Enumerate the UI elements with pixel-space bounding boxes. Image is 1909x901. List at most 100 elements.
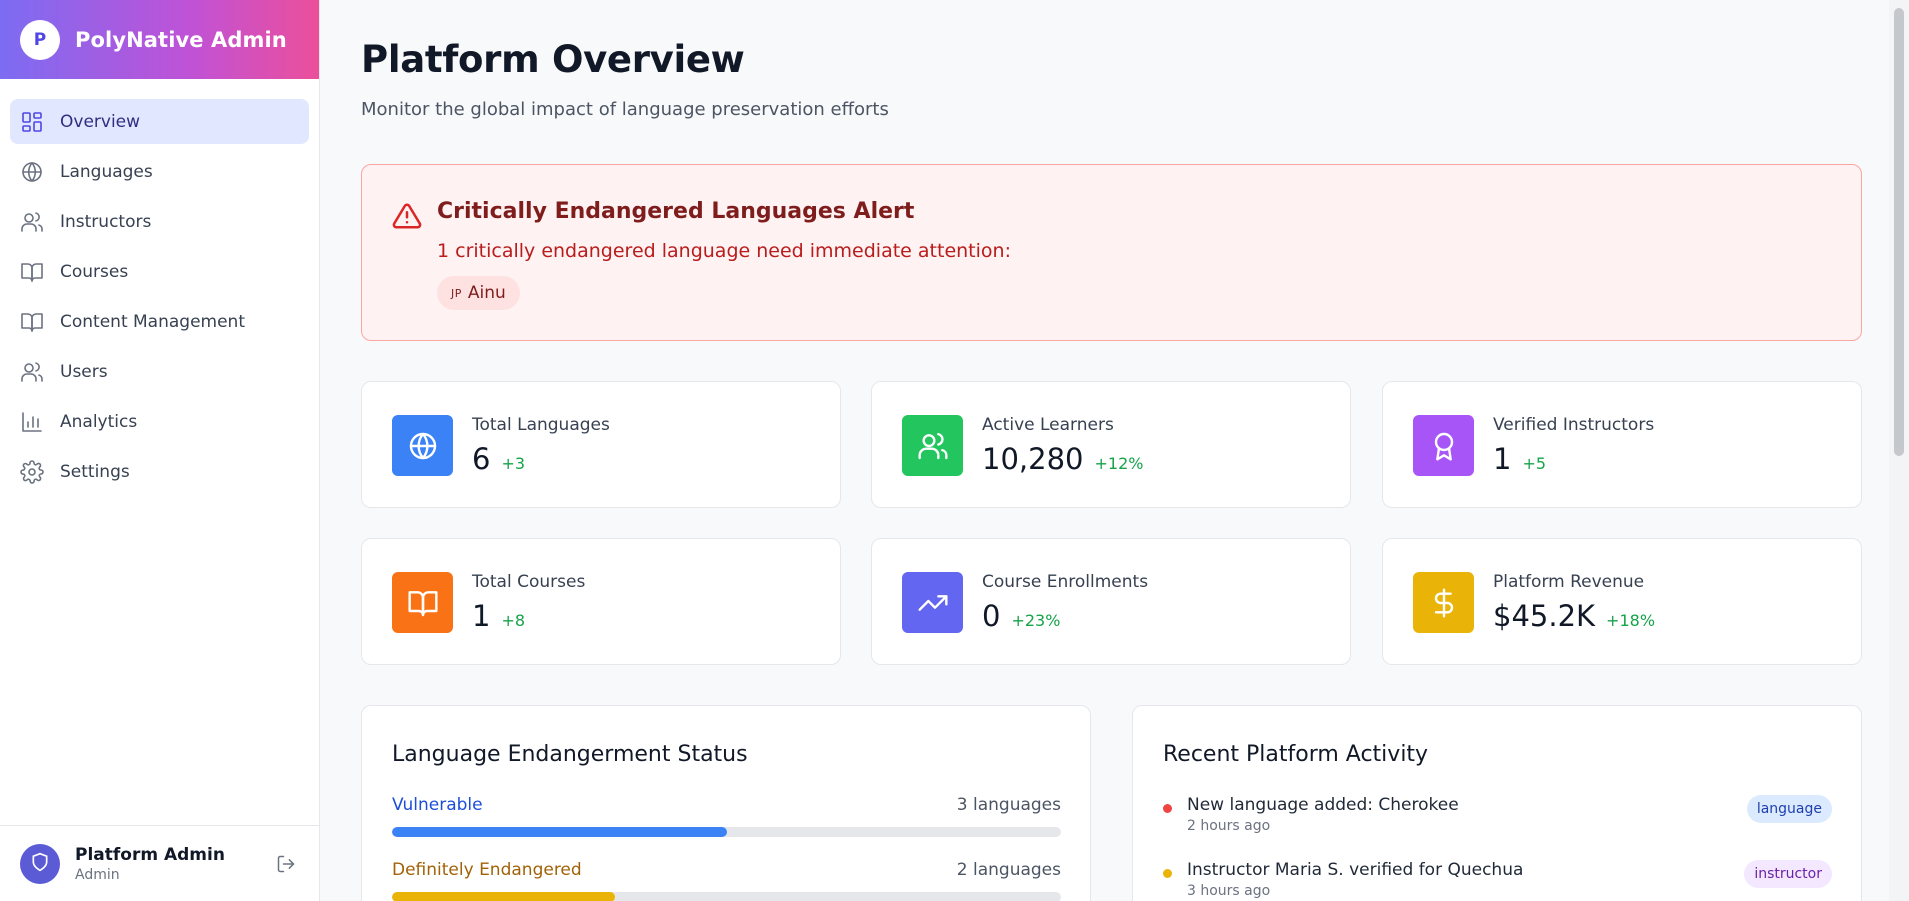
users-icon [20, 360, 44, 384]
page-subtitle: Monitor the global impact of language pr… [361, 99, 889, 120]
stat-value: 10,280 [982, 442, 1084, 476]
sidebar-item-label: Analytics [60, 411, 138, 432]
status-dot [1163, 804, 1172, 813]
stat-label: Course Enrollments [982, 572, 1149, 592]
stat-change: +5 [1522, 454, 1547, 473]
stat-change: +12% [1094, 454, 1144, 473]
stat-card-course-enrollments: Course Enrollments 0 +23% [871, 538, 1351, 665]
stat-change: +18% [1606, 611, 1656, 630]
activity-panel: Recent Platform Activity New language ad… [1132, 705, 1862, 901]
status-row-vulnerable: Vulnerable 3 languages [392, 795, 1061, 837]
user-info: Platform Admin Admin [75, 845, 225, 883]
endangered-alert: Critically Endangered Languages Alert 1 … [361, 164, 1862, 341]
sidebar-item-label: Settings [60, 461, 130, 482]
user-role: Admin [75, 866, 120, 883]
sidebar-nav: Overview Languages Instructors Courses C… [0, 79, 319, 494]
sidebar-item-settings[interactable]: Settings [10, 449, 309, 494]
progress-track [392, 892, 1061, 901]
activity-time: 3 hours ago [1187, 883, 1271, 899]
sidebar-item-languages[interactable]: Languages [10, 149, 309, 194]
stat-value: $45.2K [1493, 599, 1596, 633]
book-open-icon [20, 260, 44, 284]
sidebar-item-content-management[interactable]: Content Management [10, 299, 309, 344]
page-scrollbar[interactable] [1889, 0, 1909, 901]
sidebar-item-analytics[interactable]: Analytics [10, 399, 309, 444]
main-content: Platform Overview Monitor the global imp… [321, 0, 1889, 901]
stat-change: +23% [1011, 611, 1061, 630]
status-label: Vulnerable [392, 795, 483, 815]
progress-fill [392, 827, 727, 837]
status-label: Definitely Endangered [392, 860, 582, 880]
sidebar-item-label: Courses [60, 261, 129, 282]
brand-logo: P [20, 19, 60, 60]
award-icon [1413, 415, 1474, 476]
stat-label: Total Languages [472, 415, 610, 435]
panel-title: Language Endangerment Status [392, 742, 748, 767]
status-count: 2 languages [956, 860, 1061, 880]
book-open-icon [392, 572, 453, 633]
shield-icon [30, 852, 50, 876]
stat-card-verified-instructors: Verified Instructors 1 +5 [1382, 381, 1862, 508]
status-count: 3 languages [956, 795, 1061, 815]
stat-card-platform-revenue: Platform Revenue $45.2K +18% [1382, 538, 1862, 665]
activity-text: New language added: Cherokee [1187, 795, 1459, 815]
gear-icon [20, 459, 44, 484]
stat-card-active-learners: Active Learners 10,280 +12% [871, 381, 1351, 508]
sidebar-item-instructors[interactable]: Instructors [10, 199, 309, 244]
activity-time: 2 hours ago [1187, 818, 1271, 834]
sidebar-item-label: Content Management [60, 311, 245, 332]
users-icon [20, 210, 44, 234]
trending-up-icon [902, 572, 963, 633]
sidebar-item-users[interactable]: Users [10, 349, 309, 394]
stat-change: +8 [501, 611, 526, 630]
activity-tag: instructor [1744, 860, 1832, 888]
language-code: JP [451, 286, 462, 300]
users-icon [902, 415, 963, 476]
logout-icon [276, 855, 296, 878]
stat-value: 6 [472, 442, 491, 476]
endangerment-panel: Language Endangerment Status Vulnerable … [361, 705, 1091, 901]
book-open-icon [20, 310, 44, 334]
alert-title: Critically Endangered Languages Alert [437, 199, 915, 224]
stat-label: Active Learners [982, 415, 1114, 435]
stat-value: 0 [982, 599, 1001, 633]
stat-change: +3 [501, 454, 526, 473]
stat-card-total-languages: Total Languages 6 +3 [361, 381, 841, 508]
progress-track [392, 827, 1061, 837]
bar-chart-icon [20, 410, 44, 434]
user-profile: Platform Admin Admin [0, 825, 320, 901]
activity-item: Instructor Maria S. verified for Quechua… [1163, 860, 1832, 899]
activity-tag: language [1746, 795, 1832, 823]
alert-message: 1 critically endangered language need im… [437, 240, 1011, 262]
alert-triangle-icon [392, 201, 422, 231]
sidebar-item-label: Instructors [60, 211, 152, 232]
stat-label: Verified Instructors [1493, 415, 1655, 435]
status-dot [1163, 869, 1172, 878]
layout-dashboard-icon [20, 110, 44, 134]
sidebar-item-label: Users [60, 361, 108, 382]
stat-card-total-courses: Total Courses 1 +8 [361, 538, 841, 665]
dollar-icon [1413, 572, 1474, 633]
globe-icon [392, 415, 453, 476]
globe-icon [20, 160, 44, 184]
logout-button[interactable] [276, 854, 296, 874]
language-chip[interactable]: JP Ainu [437, 276, 520, 310]
language-name: Ainu [467, 283, 506, 303]
activity-text: Instructor Maria S. verified for Quechua [1187, 860, 1524, 880]
activity-item: New language added: Cherokee 2 hours ago… [1163, 795, 1832, 834]
sidebar-item-label: Languages [60, 161, 153, 182]
status-row-definitely-endangered: Definitely Endangered 2 languages [392, 860, 1061, 901]
page-title: Platform Overview [361, 38, 745, 81]
sidebar-item-overview[interactable]: Overview [10, 99, 309, 144]
sidebar-item-label: Overview [60, 111, 141, 132]
user-name: Platform Admin [75, 844, 225, 865]
stat-label: Platform Revenue [1493, 572, 1645, 592]
panel-title: Recent Platform Activity [1163, 742, 1429, 767]
scrollbar-thumb[interactable] [1894, 8, 1904, 456]
avatar [20, 843, 60, 884]
brand-header: P PolyNative Admin [0, 0, 319, 79]
sidebar-item-courses[interactable]: Courses [10, 249, 309, 294]
progress-fill [392, 892, 615, 901]
stat-value: 1 [472, 599, 491, 633]
brand-title: PolyNative Admin [75, 27, 287, 52]
